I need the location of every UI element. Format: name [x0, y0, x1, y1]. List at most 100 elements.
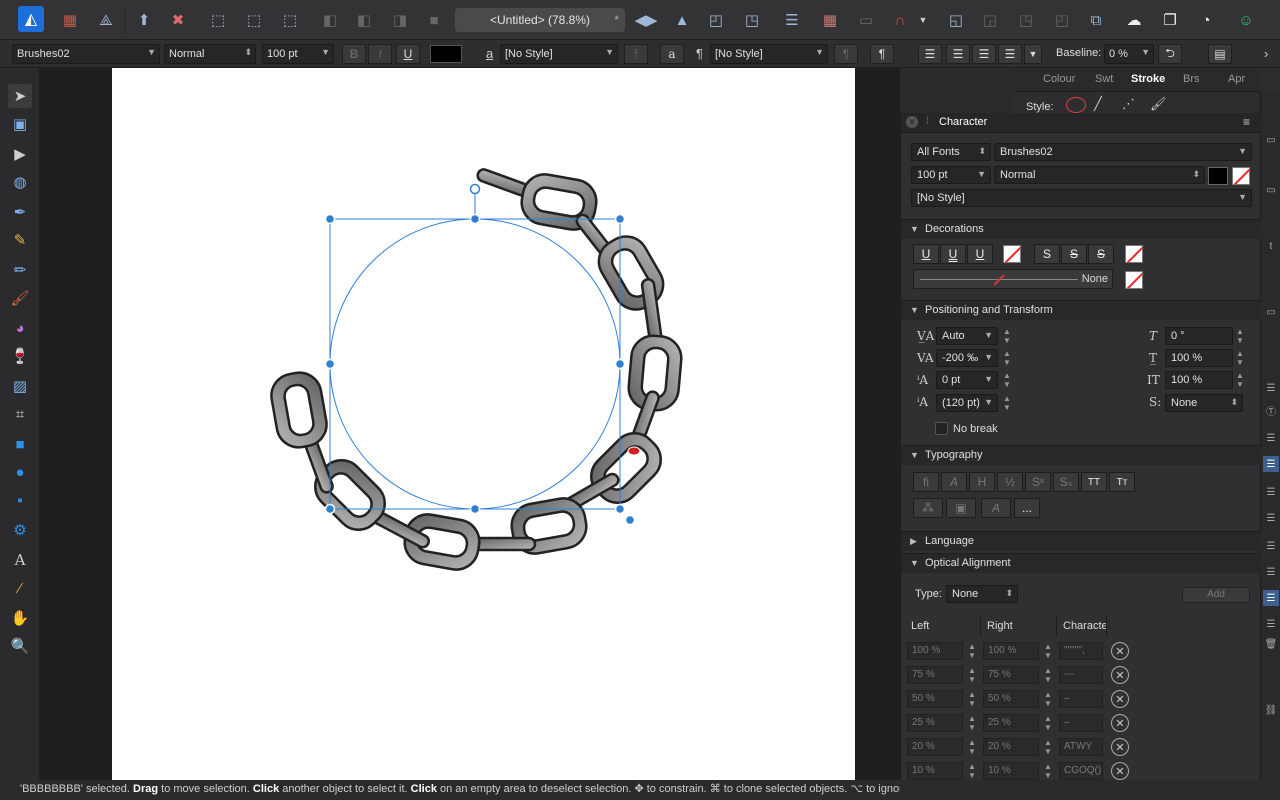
left-value-field[interactable]: 25 %: [907, 714, 963, 732]
align-right-button[interactable]: ☰: [972, 44, 996, 64]
text-fill-swatch[interactable]: [1208, 167, 1228, 185]
align-icon[interactable]: ☰: [780, 8, 804, 32]
right-value-field[interactable]: 20 %: [983, 738, 1039, 756]
order-forward-icon[interactable]: ◨: [388, 8, 412, 32]
right-stepper[interactable]: ▲ ▼: [1043, 714, 1053, 732]
text-color-swatch[interactable]: [430, 45, 462, 63]
strip-icon[interactable]: ▭: [1263, 304, 1279, 320]
stroke-none-icon[interactable]: [1066, 97, 1086, 113]
font-style-select[interactable]: Normal ⬍: [994, 166, 1205, 184]
left-stepper[interactable]: ▲ ▼: [967, 738, 977, 756]
char-style-new-button[interactable]: a: [660, 44, 684, 64]
horizontal-scale-field[interactable]: 100 %: [1165, 371, 1233, 389]
kerning-field[interactable]: Auto ▼: [936, 327, 998, 345]
font-family-select[interactable]: Brushes02 ▼: [994, 143, 1252, 161]
drag-handle-icon[interactable]: ⁞: [926, 116, 929, 127]
snap-magnet-icon[interactable]: ∩: [888, 8, 912, 32]
upload-icon[interactable]: ⬆: [132, 8, 156, 32]
pen-tool-icon[interactable]: ✒: [8, 200, 32, 224]
strip-list-icon[interactable]: ☰: [1263, 564, 1279, 580]
strip-list-icon[interactable]: ☰: [1263, 456, 1279, 472]
share-icon[interactable]: ⟁: [94, 8, 118, 32]
assistant-icon[interactable]: ☁: [1122, 8, 1146, 32]
shear-stepper[interactable]: ▲ ▼: [1235, 327, 1245, 345]
table-row[interactable]: 50 % ▲ ▼ 50 % ▲ ▼ – ✕: [905, 687, 1255, 711]
subtract-icon[interactable]: ◲: [978, 8, 1002, 32]
hand-tool-icon[interactable]: ✋: [8, 606, 32, 630]
artboard-tool-icon[interactable]: ▣: [8, 112, 32, 136]
shear-field[interactable]: 0 °: [1165, 327, 1233, 345]
text-stroke-swatch[interactable]: [1232, 167, 1250, 185]
strip-list-icon[interactable]: ☰: [1263, 616, 1279, 632]
para-style-new-button[interactable]: ¶: [870, 44, 894, 64]
link-icon[interactable]: ⛓: [1263, 702, 1279, 718]
transparency-tool-icon[interactable]: 🍷: [8, 344, 32, 368]
app-logo-icon[interactable]: ◭: [18, 6, 44, 32]
combine-icon[interactable]: ⧉: [1084, 8, 1108, 32]
vector-brush-tool-icon[interactable]: ✏: [8, 258, 32, 282]
no-break-checkbox[interactable]: [935, 422, 948, 435]
pencil-tool-icon[interactable]: ✎: [8, 228, 32, 252]
pie-icon[interactable]: ◔: [1194, 8, 1218, 32]
table-row[interactable]: 10 % ▲ ▼ 10 % ▲ ▼ CGOQ() ✕: [905, 759, 1255, 783]
underline-single-button[interactable]: U: [913, 244, 939, 264]
flip-horizontal-icon[interactable]: ◀▶: [634, 8, 658, 32]
baseline-shift-field[interactable]: 0 pt ▼: [936, 371, 998, 389]
crop-tool-icon[interactable]: ⌗: [8, 402, 32, 426]
remove-row-icon[interactable]: ✕: [1111, 690, 1129, 708]
snapping-icon[interactable]: ⬚: [206, 8, 230, 32]
strip-list-icon[interactable]: ☰: [1263, 538, 1279, 554]
italic-button[interactable]: I: [368, 44, 392, 64]
rotation-handle[interactable]: [469, 183, 481, 195]
divide-icon[interactable]: ◰: [1050, 8, 1074, 32]
characters-field[interactable]: ---: [1059, 666, 1103, 684]
trash-icon[interactable]: 🗑: [1263, 636, 1279, 652]
leading-stepper[interactable]: ▲ ▼: [1002, 394, 1012, 412]
section-optical-alignment[interactable]: ▼ Optical Alignment: [901, 553, 1261, 573]
intersect-icon[interactable]: ◳: [1014, 8, 1038, 32]
tracking-stepper[interactable]: ▲ ▼: [1002, 349, 1012, 367]
strip-list-icon[interactable]: ☰: [1263, 484, 1279, 500]
strip-list-icon[interactable]: ☰: [1263, 380, 1279, 396]
selection-bounding-box[interactable]: [329, 218, 621, 510]
rectangle-tool-icon[interactable]: ■: [8, 432, 32, 456]
ligatures-button[interactable]: fi: [913, 472, 939, 492]
table-row[interactable]: 20 % ▲ ▼ 20 % ▲ ▼ ATWY ✕: [905, 735, 1255, 759]
snapping-bounds-icon[interactable]: ⬚: [242, 8, 266, 32]
right-stepper[interactable]: ▲ ▼: [1043, 738, 1053, 756]
font-family-select[interactable]: Brushes02 ▼: [12, 44, 160, 64]
text-tool-icon[interactable]: A: [8, 548, 32, 572]
stylistic-set-button[interactable]: ⁂: [913, 498, 943, 518]
transform-icon[interactable]: ⬚: [278, 8, 302, 32]
underline-color-swatch[interactable]: [1003, 245, 1021, 263]
bold-button[interactable]: B: [342, 44, 366, 64]
tab-brushes[interactable]: Brs: [1183, 73, 1200, 85]
flip-vertical-icon[interactable]: ▲: [670, 8, 694, 32]
right-stepper[interactable]: ▲ ▼: [1043, 642, 1053, 660]
superscript-button[interactable]: Sˢ: [1025, 472, 1051, 492]
corner-tool-icon[interactable]: ◍: [8, 170, 32, 194]
left-stepper[interactable]: ▲ ▼: [967, 666, 977, 684]
reset-baseline-button[interactable]: ⮌: [1158, 44, 1182, 64]
characters-field[interactable]: ATWY: [1059, 738, 1103, 756]
remove-row-icon[interactable]: ✕: [1111, 642, 1129, 660]
justify-button[interactable]: ☰: [998, 44, 1022, 64]
stroke-solid-icon[interactable]: ╱: [1094, 96, 1102, 112]
font-size-select[interactable]: 100 pt ▼: [262, 44, 334, 64]
tab-colour[interactable]: Colour: [1043, 73, 1075, 85]
remove-row-icon[interactable]: ✕: [1111, 762, 1129, 780]
vertical-scale-stepper[interactable]: ▲ ▼: [1235, 349, 1245, 367]
remove-row-icon[interactable]: ✕: [1111, 666, 1129, 684]
tab-swatches[interactable]: Swt: [1095, 73, 1113, 85]
left-value-field[interactable]: 10 %: [907, 762, 963, 780]
characters-field[interactable]: ""'"'",: [1059, 642, 1103, 660]
tracking-field[interactable]: -200 ‰ ▼: [936, 349, 998, 367]
characters-field[interactable]: CGOQ(): [1059, 762, 1103, 780]
swash-button[interactable]: A: [941, 472, 967, 492]
brush-settings-icon[interactable]: ✖: [166, 8, 190, 32]
para-style-select[interactable]: [No Style] ▼: [710, 44, 828, 64]
alternates-button[interactable]: A: [981, 498, 1011, 518]
font-size-select[interactable]: 100 pt ▼: [911, 166, 991, 184]
text-path-circle[interactable]: [329, 218, 621, 510]
canvas-area[interactable]: [40, 68, 900, 780]
